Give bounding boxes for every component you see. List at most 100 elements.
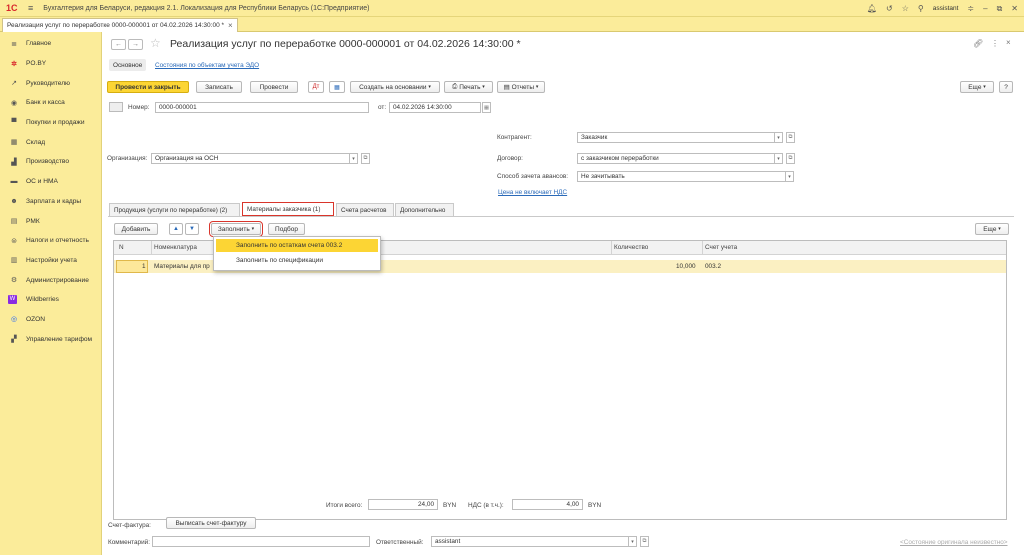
chevron-down-icon: ▾	[535, 84, 539, 90]
list-icon: ≣	[11, 40, 17, 48]
wildberries-icon: W	[8, 295, 17, 305]
save-button[interactable]: Записать	[196, 81, 242, 93]
sidebar-item-salary[interactable]: ☻ Зарплата и кадры	[0, 192, 101, 212]
structure-button[interactable]: ▦	[329, 81, 345, 93]
sidebar-item-tariff[interactable]: ▞ Управление тарифом	[0, 329, 101, 349]
responsible-dropdown-icon[interactable]: ▾	[629, 536, 637, 547]
materials-table[interactable]: N Номенклатура Количество Счет учета 1 М…	[113, 240, 1007, 520]
more-label: Еще	[968, 83, 982, 91]
section-main[interactable]: Основное	[109, 59, 147, 71]
sidebar-item-warehouse[interactable]: ▦ Склад	[0, 132, 101, 152]
tab-additional[interactable]: Дополнительно	[395, 203, 454, 216]
sidebar-item-label: Покупки и продажи	[26, 119, 85, 127]
tab-customer-materials[interactable]: Материалы заказчика (1)	[242, 202, 334, 216]
tab-products[interactable]: Продукция (услуги по переработке) (2)	[109, 203, 240, 216]
header-account[interactable]: Счет учета	[705, 244, 737, 251]
restore-icon[interactable]: ⧉	[997, 4, 1003, 14]
user-name[interactable]: assistant	[933, 5, 959, 12]
more-vertical-icon[interactable]: ⋮	[991, 39, 999, 48]
reports-button[interactable]: ▤ Отчеты ▾	[497, 81, 545, 93]
sidebar-item-label: OZON	[26, 315, 46, 323]
fill-button[interactable]: Заполнить ▾	[209, 221, 263, 237]
number-field[interactable]: 0000-000001	[155, 102, 369, 113]
sidebar-item-administration[interactable]: ⚙ Администрирование	[0, 270, 101, 290]
back-button[interactable]: ←	[111, 39, 126, 50]
comment-field[interactable]	[152, 536, 370, 547]
section-edo-link[interactable]: Состояния по объектам учета ЭДО	[155, 62, 259, 69]
close-form-icon[interactable]: ×	[1006, 38, 1011, 47]
sidebar-item-taxes[interactable]: ⊜ Налоги и отчетность	[0, 231, 101, 251]
calendar-icon[interactable]: ▦	[482, 102, 491, 113]
date-field[interactable]: 04.02.2026 14:30:00	[389, 102, 481, 113]
sidebar-item-accounting-settings[interactable]: ▥ Настройки учета	[0, 251, 101, 271]
menu-icon[interactable]: ≡	[28, 3, 33, 13]
table-more-button[interactable]: Еще ▾	[975, 223, 1009, 235]
favorite-star-icon[interactable]: ☆	[150, 36, 161, 50]
post-button[interactable]: Провести	[250, 81, 298, 93]
contract-field[interactable]: с заказчиком переработки	[577, 153, 775, 164]
vat-label: НДС (в т.ч.):	[468, 502, 504, 509]
forward-button[interactable]: →	[128, 39, 143, 50]
close-icon[interactable]: ✕	[1011, 4, 1018, 13]
advance-offset-label: Способ зачета авансов:	[497, 173, 569, 180]
sidebar-item-wildberries[interactable]: W Wildberries	[0, 290, 101, 310]
sidebar-item-rmk[interactable]: ▤ РМК	[0, 211, 101, 231]
number-lock-icon[interactable]	[109, 102, 123, 112]
move-down-button[interactable]: ▼	[185, 223, 199, 235]
minimize-icon[interactable]: –	[983, 4, 987, 13]
header-item[interactable]: Номенклатура	[154, 244, 197, 251]
close-tab-icon[interactable]: ×	[228, 21, 233, 30]
create-based-label: Создать на основании	[359, 83, 427, 91]
warehouse-icon: ▦	[10, 139, 18, 147]
posting-journal-button[interactable]: Дт	[308, 81, 324, 93]
tab-settlement-accounts[interactable]: Счета расчетов	[336, 203, 394, 216]
help-button[interactable]: ?	[999, 81, 1013, 93]
more-button[interactable]: Еще ▾	[960, 81, 994, 93]
sidebar-item-assets[interactable]: ▬ ОС и НМА	[0, 172, 101, 192]
advance-offset-field[interactable]: Не зачитывать	[577, 171, 786, 182]
header-qty[interactable]: Количество	[614, 244, 648, 251]
counterparty-open-icon[interactable]: ⧉	[786, 132, 795, 143]
add-row-button[interactable]: Добавить	[114, 223, 158, 235]
contract-dropdown-icon[interactable]: ▾	[775, 153, 783, 164]
advance-offset-dropdown-icon[interactable]: ▾	[786, 171, 794, 182]
selection-button[interactable]: Подбор	[268, 223, 305, 235]
contract-open-icon[interactable]: ⧉	[786, 153, 795, 164]
bell-icon[interactable]: 🔔︎	[867, 4, 877, 13]
original-state-link[interactable]: <Состояние оригинала неизвестно>	[900, 539, 1008, 546]
sidebar-item-poby[interactable]: ✲ PO.BY	[0, 54, 101, 74]
settings-doc-icon: ▥	[10, 257, 18, 265]
settings-menu-icon[interactable]: ≑	[967, 4, 974, 13]
header-n[interactable]: N	[119, 244, 124, 251]
search-icon[interactable]: ⚲	[918, 4, 924, 13]
responsible-field[interactable]: assistant	[431, 536, 629, 547]
column-divider	[151, 241, 152, 255]
arrow-left-icon: ←	[115, 41, 122, 48]
post-and-close-button[interactable]: Провести и закрыть	[107, 81, 189, 93]
counterparty-field[interactable]: Заказчик	[577, 132, 775, 143]
sidebar-item-purchases[interactable]: ▀ Покупки и продажи	[0, 113, 101, 133]
sidebar-item-production[interactable]: ▟ Производство	[0, 152, 101, 172]
sidebar-item-main[interactable]: ≣ Главное	[0, 34, 101, 54]
sidebar-item-label: РМК	[26, 217, 40, 225]
link-icon[interactable]: 🔗︎	[973, 39, 983, 48]
responsible-open-icon[interactable]: ⧉	[640, 536, 649, 547]
move-up-button[interactable]: ▲	[169, 223, 183, 235]
create-based-on-button[interactable]: Создать на основании ▾	[350, 81, 440, 93]
organization-dropdown-icon[interactable]: ▾	[350, 153, 358, 164]
organization-field[interactable]: Организация на ОСН	[151, 153, 350, 164]
open-document-tab[interactable]: Реализация услуг по переработке 0000-000…	[2, 18, 238, 32]
vat-mode-link[interactable]: Цена не включает НДС	[498, 189, 567, 196]
sidebar-item-bank[interactable]: ◉ Банк и касса	[0, 93, 101, 113]
print-button[interactable]: ⎙ Печать ▾	[444, 81, 493, 93]
menu-item-fill-by-specification[interactable]: Заполнить по спецификации	[216, 254, 378, 267]
organization-open-icon[interactable]: ⧉	[361, 153, 370, 164]
sidebar-item-ozon[interactable]: ◎ OZON	[0, 310, 101, 330]
counterparty-dropdown-icon[interactable]: ▾	[775, 132, 783, 143]
issue-invoice-button[interactable]: Выписать счет-фактуру	[166, 517, 256, 529]
history-icon[interactable]: ↺	[886, 4, 893, 13]
menu-item-fill-by-balance[interactable]: Заполнить по остаткам счета 003.2	[216, 239, 378, 252]
sidebar-item-manager[interactable]: ↗ Руководителю	[0, 73, 101, 93]
sidebar-item-label: Wildberries	[26, 296, 59, 304]
favorites-icon[interactable]: ☆	[902, 4, 909, 13]
